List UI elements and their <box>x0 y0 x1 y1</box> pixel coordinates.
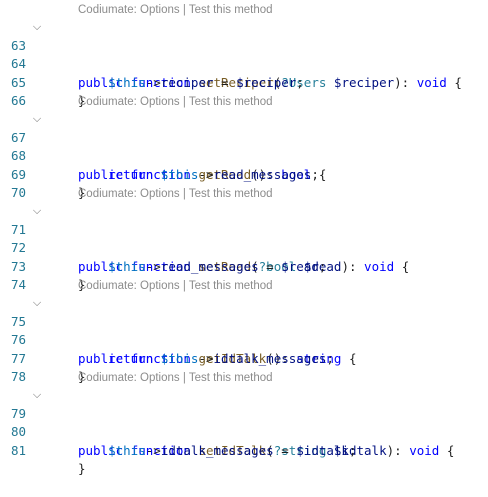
codelens-test-link[interactable]: Test this method <box>189 188 273 200</box>
codelens-setIdTalk: Codiumate: Options | Test this method <box>0 368 488 386</box>
code-line[interactable]: 77 } <box>0 331 488 385</box>
codelens: Codiumate: Options | Test this method <box>78 188 273 200</box>
code-line[interactable]: 72 $this->read_messages = $read; <box>0 221 488 274</box>
code-line[interactable]: 67 ⌵ public function getRead(): bool { <box>0 110 488 182</box>
codelens-options-link[interactable]: Options <box>140 96 180 108</box>
code-line[interactable]: 68 return $this->read_messages; <box>0 129 488 182</box>
codelens-options-link[interactable]: Options <box>140 280 180 292</box>
codelens: Codiumate: Options | Test this method <box>78 4 273 16</box>
code-line[interactable]: 66 <box>0 74 488 108</box>
code-line[interactable]: 73 } <box>0 239 488 293</box>
code-line[interactable]: 78 <box>0 350 488 384</box>
code-editor[interactable]: Codiumate: Options | Test this method 63… <box>0 0 488 476</box>
code-line[interactable]: 71 ⌵ public function setRead(?bool $read… <box>0 202 488 274</box>
code-line[interactable]: 75 ⌵ public function getIdTalk(): string… <box>0 294 488 366</box>
chevron-down-icon[interactable]: ⌵ <box>30 204 44 218</box>
code-line[interactable]: 70 <box>0 166 488 200</box>
codelens: Codiumate: Options | Test this method <box>78 96 273 108</box>
chevron-down-icon[interactable]: ⌵ <box>30 296 44 310</box>
codelens-test-link[interactable]: Test this method <box>189 4 273 16</box>
codelens: Codiumate: Options | Test this method <box>78 280 273 292</box>
codelens-options-link[interactable]: Options <box>140 188 180 200</box>
codelens-test-link[interactable]: Test this method <box>189 280 273 292</box>
code-line[interactable]: 65 } <box>0 55 488 109</box>
codelens-setReciper: Codiumate: Options | Test this method <box>0 0 488 18</box>
code-line[interactable]: 76 return $this->idtalk_messages; <box>0 313 488 366</box>
chevron-down-icon[interactable]: ⌵ <box>30 388 44 402</box>
code-line[interactable]: 74 <box>0 258 488 292</box>
code-line[interactable]: 79 ⌵ public function setIdTalk(?string $… <box>0 386 488 458</box>
code-line[interactable]: 69 } <box>0 147 488 201</box>
code-line[interactable]: 63 ⌵ public function setReciper(?Users $… <box>0 18 488 90</box>
chevron-down-icon[interactable]: ⌵ <box>30 20 44 34</box>
line-number: 81 <box>10 442 26 458</box>
code-line[interactable]: 64 $this->reciper = $reciper; <box>0 37 488 90</box>
codelens-getRead: Codiumate: Options | Test this method <box>0 92 488 110</box>
codelens-setRead: Codiumate: Options | Test this method <box>0 184 488 202</box>
code-line[interactable]: 80 $this->idtalk_messages = $idtalk; <box>0 405 488 458</box>
codelens: Codiumate: Options | Test this method <box>78 372 273 384</box>
codelens-test-link[interactable]: Test this method <box>189 372 273 384</box>
codelens-options-link[interactable]: Options <box>140 4 180 16</box>
chevron-down-icon[interactable]: ⌵ <box>30 112 44 126</box>
codelens-options-link[interactable]: Options <box>140 372 180 384</box>
codelens-test-link[interactable]: Test this method <box>189 96 273 108</box>
codelens-getIdTalk: Codiumate: Options | Test this method <box>0 276 488 294</box>
